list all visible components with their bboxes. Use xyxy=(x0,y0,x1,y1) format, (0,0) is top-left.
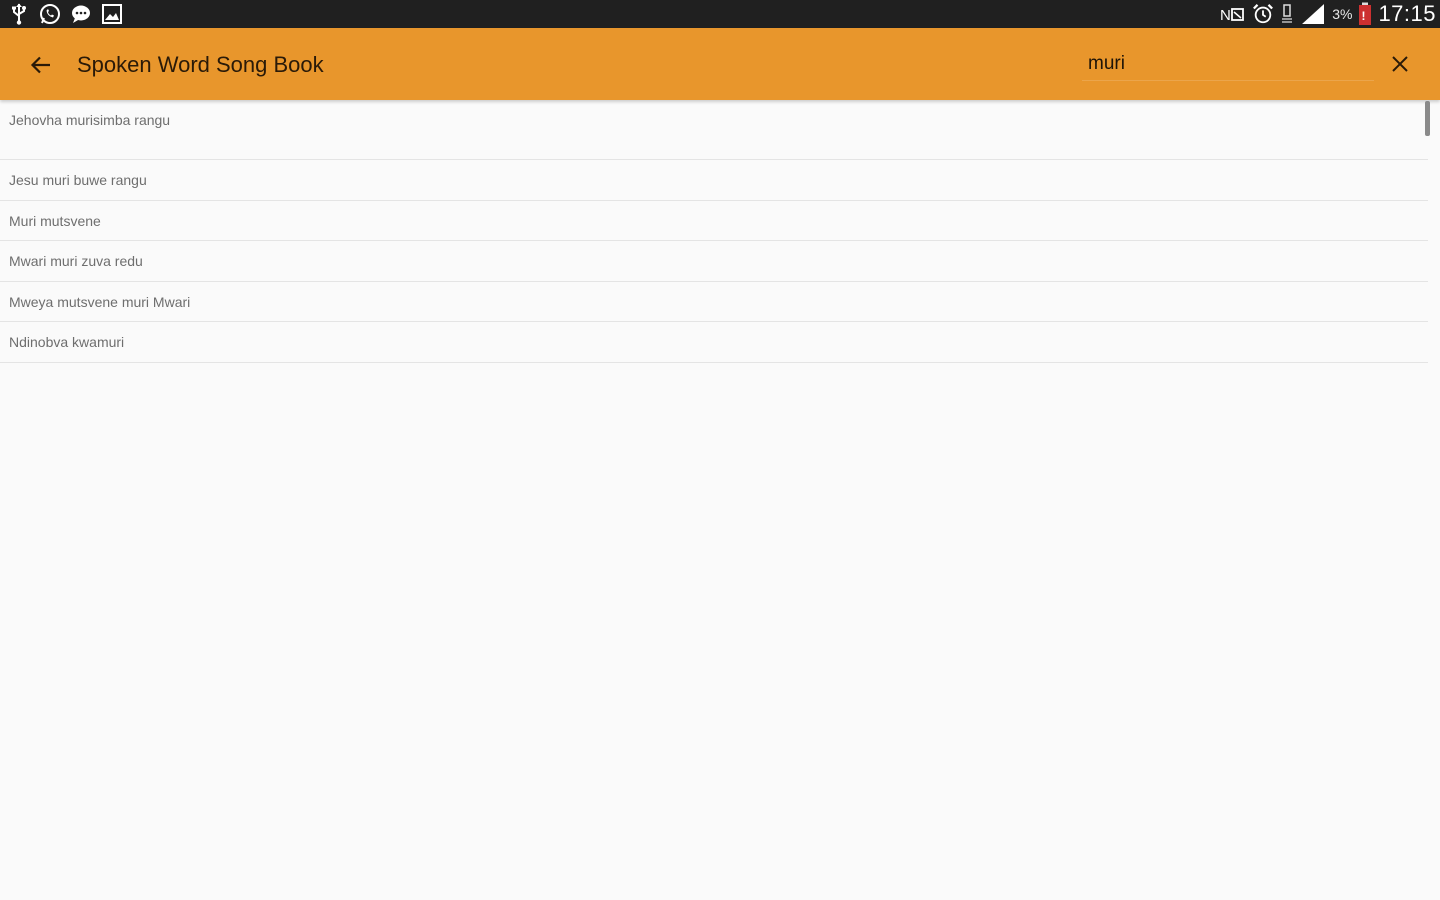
battery-icon: ! xyxy=(1358,2,1372,25)
back-button[interactable] xyxy=(26,50,56,80)
scrollbar[interactable] xyxy=(1425,101,1430,136)
list-item[interactable]: Ndinobva kwamuri xyxy=(0,322,1428,363)
search-input[interactable] xyxy=(1082,48,1374,81)
image-icon xyxy=(101,3,123,25)
chat-icon xyxy=(70,3,92,25)
arrow-left-icon xyxy=(30,54,52,76)
clock: 17:15 xyxy=(1378,1,1436,26)
close-icon xyxy=(1391,55,1409,73)
whatsapp-icon xyxy=(39,3,61,25)
app-toolbar: Spoken Word Song Book xyxy=(0,28,1440,100)
list-item[interactable]: Muri mutsvene xyxy=(0,201,1428,241)
search-results-list: Jehovha murisimba rangu Jesu muri buwe r… xyxy=(0,100,1428,363)
svg-text:N: N xyxy=(1220,7,1231,24)
alarm-icon xyxy=(1252,3,1274,25)
notification-icons xyxy=(8,2,123,26)
list-item[interactable]: Mweya mutsvene muri Mwari xyxy=(0,282,1428,322)
clear-search-button[interactable] xyxy=(1385,49,1415,79)
svg-text:!: ! xyxy=(1362,9,1366,23)
system-icons: N 3% ! 17:15 xyxy=(1220,0,1436,28)
signal-icon xyxy=(1300,3,1326,25)
app-title: Spoken Word Song Book xyxy=(77,52,324,77)
nfc-icon: N xyxy=(1220,3,1246,25)
usb-icon xyxy=(8,3,30,25)
list-item[interactable]: Jehovha murisimba rangu xyxy=(0,100,1428,160)
list-item[interactable]: Jesu muri buwe rangu xyxy=(0,160,1428,201)
vibrate-icon xyxy=(1280,3,1294,25)
battery-percent: 3% xyxy=(1332,6,1353,22)
list-item[interactable]: Mwari muri zuva redu xyxy=(0,241,1428,282)
status-bar: N 3% ! 17:15 xyxy=(0,0,1440,28)
